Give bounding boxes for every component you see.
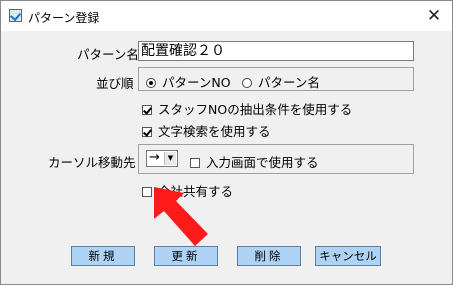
app-icon bbox=[9, 9, 22, 22]
update-button[interactable]: 更新 bbox=[154, 246, 218, 266]
cancel-button[interactable]: キャンセル bbox=[315, 246, 381, 266]
window-title: パターン登録 bbox=[28, 11, 100, 25]
checkbox-label: 入力画面で使用する bbox=[206, 155, 319, 170]
staff-filter-checkbox[interactable]: スタッフNOの抽出条件を使用する bbox=[142, 99, 352, 118]
input-screen-checkbox[interactable]: 入力画面で使用する bbox=[190, 152, 319, 171]
cursor-target-label: カーソル移動先 bbox=[48, 155, 136, 170]
dropdown-value: → bbox=[149, 150, 160, 165]
radio-label: パターン名 bbox=[258, 75, 320, 90]
checkbox-label: スタッフNOの抽出条件を使用する bbox=[158, 102, 353, 117]
annotation-arrow-icon bbox=[154, 187, 208, 246]
radio-unselected-icon bbox=[242, 78, 252, 88]
new-button[interactable]: 新規 bbox=[71, 246, 135, 266]
radio-sort-pattern-name[interactable]: パターン名 bbox=[242, 72, 320, 91]
checkbox-unchecked-icon bbox=[190, 158, 200, 168]
checkbox-label: 文字検索を使用する bbox=[158, 124, 271, 139]
checkbox-checked-icon bbox=[142, 105, 152, 115]
delete-button[interactable]: 削除 bbox=[237, 246, 301, 266]
close-icon[interactable]: ✕ bbox=[419, 3, 449, 29]
radio-selected-icon bbox=[146, 78, 156, 88]
dialog-window: パターン登録 ✕ パターン名 配置確認２０ 並び順 パターンNO パターン名 ス… bbox=[0, 0, 453, 285]
sort-order-label: 並び順 bbox=[96, 76, 134, 91]
title-bar: パターン登録 ✕ bbox=[1, 1, 452, 31]
radio-label: パターンNO bbox=[162, 75, 231, 90]
chevron-down-icon[interactable]: ▼ bbox=[164, 152, 176, 165]
text-search-checkbox[interactable]: 文字検索を使用する bbox=[142, 121, 271, 140]
pattern-name-label: パターン名 bbox=[77, 47, 139, 62]
radio-sort-pattern-no[interactable]: パターンNO bbox=[146, 72, 231, 91]
pattern-name-input[interactable]: 配置確認２０ bbox=[138, 41, 414, 61]
sort-order-group: パターンNO パターン名 bbox=[138, 67, 414, 91]
cursor-target-dropdown[interactable]: → ▼ bbox=[146, 150, 178, 167]
checkbox-checked-icon bbox=[142, 127, 152, 137]
